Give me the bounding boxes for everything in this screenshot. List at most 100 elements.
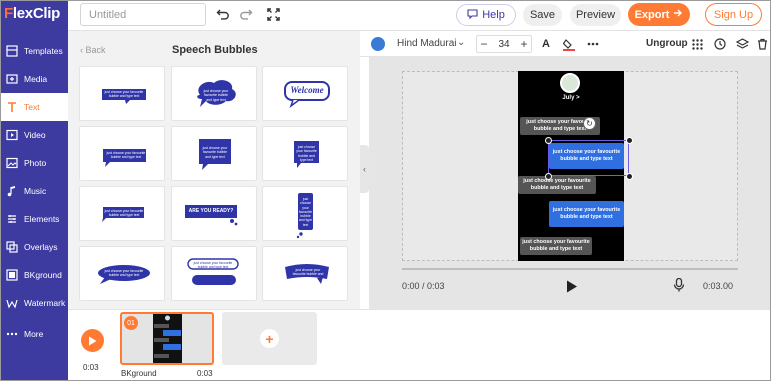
font-size-value[interactable]: 34	[491, 39, 517, 50]
clip-index-badge: 01	[124, 316, 138, 330]
text-color-swatch[interactable]	[371, 37, 385, 51]
sidebar-item-music[interactable]: Music	[0, 177, 68, 205]
font-size-stepper: − 34 +	[476, 35, 532, 53]
timeline-clip[interactable]: 01	[120, 312, 214, 365]
resize-handle[interactable]	[626, 137, 633, 144]
sidebar-item-bkground[interactable]: BKground	[0, 261, 68, 289]
font-size-increase-button[interactable]: +	[517, 37, 531, 51]
bubble-template-12[interactable]: just choose your favourite bubble and ty…	[262, 246, 348, 301]
bubble-template-3[interactable]: Welcome	[262, 66, 348, 121]
delete-icon[interactable]	[754, 36, 770, 52]
bubble-template-7[interactable]: just choose your favourite bubble and ty…	[79, 186, 165, 241]
arrow-right-icon	[673, 8, 683, 21]
sidebar-item-label: Media	[24, 74, 48, 84]
help-label: Help	[482, 9, 505, 21]
clip-duration: 0:03	[197, 369, 213, 378]
chat-bubble[interactable]: just choose your favourite bubble and ty…	[549, 201, 624, 227]
sidebar-item-elements[interactable]: Elements	[0, 205, 68, 233]
clip-thumbnail	[153, 314, 182, 363]
font-style-icon[interactable]: A	[538, 36, 554, 52]
playback-progress-bar[interactable]	[402, 268, 738, 270]
back-link[interactable]: ‹ Back	[80, 45, 106, 55]
plus-icon: +	[260, 329, 279, 348]
sidebar-item-photo[interactable]: Photo	[0, 149, 68, 177]
help-button[interactable]: Help	[456, 4, 516, 26]
panel-title: Speech Bubbles	[172, 44, 258, 56]
ungroup-button[interactable]: Ungroup	[646, 38, 688, 49]
chat-bubble[interactable]: just choose your favourite bubble and ty…	[518, 176, 596, 194]
grid-icon[interactable]	[689, 36, 705, 52]
edit-toolbar: Hind Madurai ⌄ − 34 + A Ungroup	[360, 31, 771, 57]
resize-handle[interactable]	[545, 173, 552, 180]
fill-color-icon[interactable]	[561, 36, 577, 52]
resize-handle[interactable]	[626, 173, 633, 180]
font-family-select[interactable]: Hind Madurai	[397, 38, 456, 49]
layers-icon[interactable]	[734, 36, 750, 52]
panel-collapse-toggle[interactable]: ‹	[360, 145, 369, 193]
overlays-icon	[5, 241, 18, 254]
chat-scene[interactable]: July > just choose your favourite bubble…	[518, 71, 624, 261]
logo[interactable]: FlexClip	[0, 0, 68, 31]
export-button[interactable]: Export	[628, 3, 690, 26]
sidebar-item-label: Music	[24, 186, 47, 196]
more-icon	[5, 328, 18, 341]
bubble-template-6[interactable]: just choose your favourite bubble and ty…	[262, 126, 348, 181]
music-icon	[5, 185, 18, 198]
elements-icon	[5, 213, 18, 226]
more-options-icon[interactable]	[585, 36, 601, 52]
background-icon	[5, 269, 18, 282]
bubble-shape	[187, 258, 239, 285]
watermark-icon	[5, 297, 18, 310]
preview-button[interactable]: Preview	[570, 4, 621, 26]
bubble-template-2[interactable]: just choose your favourite bubble and ty…	[171, 66, 257, 121]
avatar	[560, 73, 580, 93]
sidebar-item-media[interactable]: Media	[0, 65, 68, 93]
bubble-template-11[interactable]: just choose your favourite bubble and ty…	[171, 246, 257, 301]
bubble-template-10[interactable]: just choose your favourite bubble and ty…	[79, 246, 165, 301]
project-title-input[interactable]	[80, 3, 206, 26]
sidebar-item-label: Text	[24, 102, 40, 112]
redo-icon[interactable]	[238, 6, 254, 22]
save-button[interactable]: Save	[523, 4, 562, 26]
font-size-decrease-button[interactable]: −	[477, 37, 491, 51]
play-icon[interactable]	[565, 279, 579, 293]
undo-icon[interactable]	[215, 6, 231, 22]
chevron-down-icon[interactable]: ⌄	[457, 37, 465, 48]
sidebar-item-video[interactable]: Video	[0, 121, 68, 149]
bubble-template-4[interactable]: just choose your favourite bubble and ty…	[79, 126, 165, 181]
chat-bubble[interactable]: just choose your favourite bubble and ty…	[520, 237, 592, 255]
sidebar-item-overlays[interactable]: Overlays	[0, 233, 68, 261]
sidebar-item-templates[interactable]: Templates	[0, 37, 68, 65]
sidebar-item-watermark[interactable]: Watermark	[0, 289, 68, 317]
fullscreen-icon[interactable]	[265, 6, 281, 22]
logo-text: FlexClip	[4, 5, 60, 22]
help-icon	[467, 8, 478, 22]
clock-icon[interactable]	[712, 36, 728, 52]
resize-handle[interactable]	[545, 137, 552, 144]
flexclip-editor: FlexClip Help Save Preview Export Sign U…	[0, 0, 771, 381]
microphone-icon[interactable]	[673, 277, 685, 292]
chevron-left-icon: ‹	[363, 164, 366, 174]
clip-label: BKground	[121, 369, 157, 378]
speech-bubbles-panel: ‹ Back Speech Bubbles just choose your f…	[68, 31, 360, 309]
bubble-template-1[interactable]: just choose your favourite bubble and ty…	[79, 66, 165, 121]
timeline-duration: 0:03	[83, 363, 99, 372]
chat-bubble-selected[interactable]: just choose your favourite bubble and ty…	[549, 143, 624, 169]
sidebar-item-label: Watermark	[24, 298, 66, 308]
add-scene-button[interactable]: +	[222, 312, 317, 365]
sidebar-item-label: Photo	[24, 158, 47, 168]
sidebar-item-text[interactable]: Text	[0, 93, 68, 121]
media-icon	[5, 73, 18, 86]
bubble-template-5[interactable]: just choose your favourite bubble and ty…	[171, 126, 257, 181]
signup-button[interactable]: Sign Up	[705, 3, 762, 26]
timeline-play-button[interactable]	[81, 329, 104, 352]
chevron-left-icon: ‹	[80, 45, 83, 55]
sidebar-item-more[interactable]: More	[0, 320, 68, 348]
total-time: 0:03.00	[703, 281, 734, 291]
bubble-template-8[interactable]: ARE YOU READY?	[171, 186, 257, 241]
chat-date-label: July >	[562, 95, 580, 101]
rotate-icon[interactable]: ↻	[583, 117, 596, 130]
play-icon	[89, 336, 97, 345]
bubble-template-9[interactable]: just choose your favourite bubble and ty…	[262, 186, 348, 241]
sidebar-item-label: Overlays	[24, 242, 58, 252]
